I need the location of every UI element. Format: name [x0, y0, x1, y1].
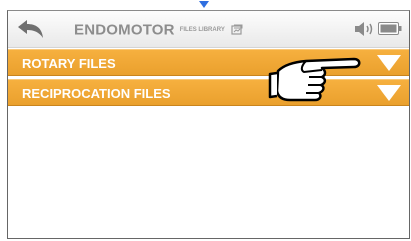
page-title: ENDOMOTOR	[74, 21, 175, 39]
device-screen: ENDOMOTOR FILES LIBRARY ROTARY FILES RECI…	[7, 10, 410, 239]
battery-icon	[378, 22, 402, 35]
reciprocation-files-label: RECIPROCATION FILES	[22, 86, 171, 101]
file-type-list: ROTARY FILES RECIPROCATION FILES	[8, 49, 409, 109]
expand-triangle-icon[interactable]	[377, 85, 401, 101]
expand-triangle-icon[interactable]	[377, 55, 401, 71]
library-icon	[231, 24, 243, 35]
header-bar: ENDOMOTOR FILES LIBRARY	[8, 11, 409, 48]
page-subtitle: FILES LIBRARY	[179, 26, 225, 33]
reciprocation-files-row[interactable]: RECIPROCATION FILES	[8, 79, 409, 106]
back-arrow-icon[interactable]	[16, 18, 46, 40]
top-pointer-indicator	[199, 1, 209, 8]
title-group: ENDOMOTOR FILES LIBRARY	[74, 21, 243, 39]
speaker-icon[interactable]	[354, 21, 376, 37]
rotary-files-label: ROTARY FILES	[22, 56, 116, 71]
rotary-files-row[interactable]: ROTARY FILES	[8, 49, 409, 76]
